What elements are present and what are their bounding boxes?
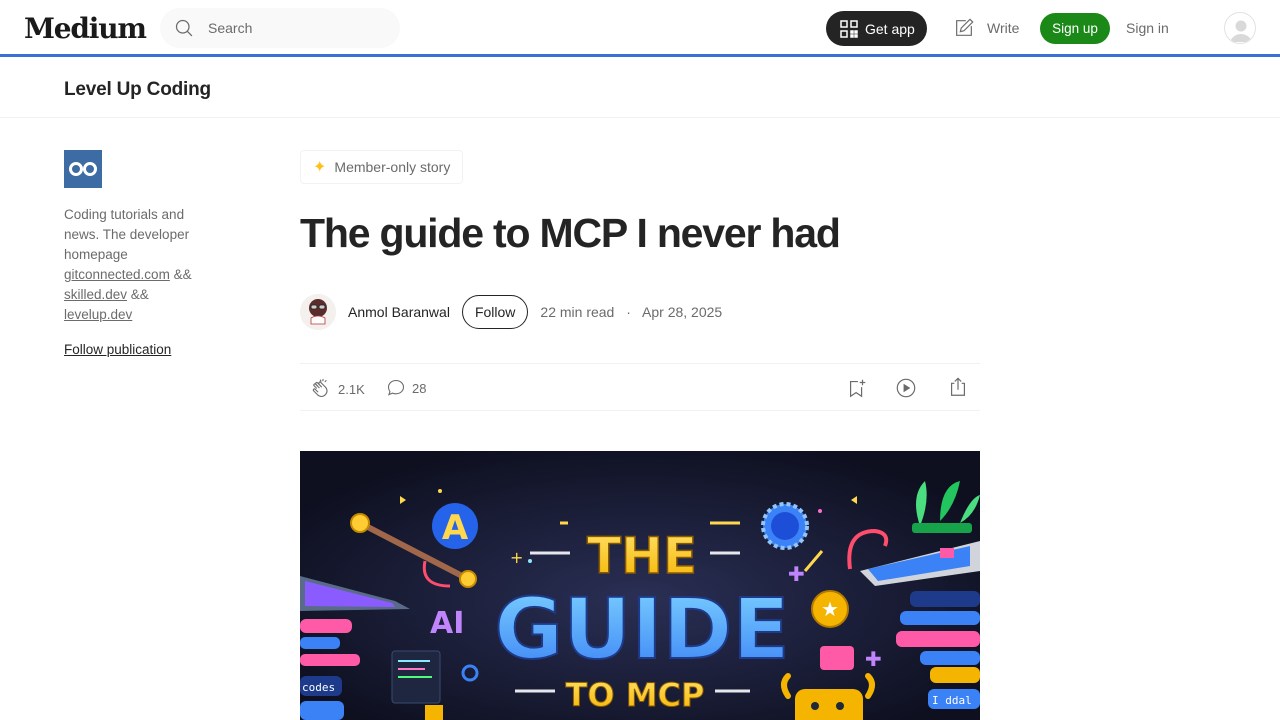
responses-button[interactable]: 28 (386, 378, 426, 398)
clap-button[interactable]: 2.1K (310, 378, 365, 400)
separator-text: && (127, 287, 149, 302)
author-name[interactable]: Anmol Baranwal (348, 304, 450, 320)
share-icon (950, 377, 966, 396)
member-only-label: Member-only story (334, 159, 451, 175)
hero-illustration: + A codes AI THE GUIDE TO MCP ★ ✚ ✚ I dd… (300, 451, 980, 720)
svg-text:★: ★ (821, 597, 839, 621)
publication-logo[interactable] (64, 150, 102, 188)
meta-separator: · (626, 304, 631, 320)
hero-badge-a: A (442, 508, 469, 548)
hero-ai-label: AI (430, 606, 464, 641)
article-meta: 22 min read · Apr 28, 2025 (540, 304, 722, 320)
search-icon (175, 19, 193, 37)
skilled-link[interactable]: skilled.dev (64, 287, 127, 302)
sign-in-link[interactable]: Sign in (1126, 20, 1169, 36)
follow-publication-link[interactable]: Follow publication (64, 342, 171, 357)
description-text: Coding tutorials and news. The developer… (64, 207, 190, 262)
svg-text:✚: ✚ (788, 562, 805, 586)
play-icon (896, 378, 916, 398)
write-button[interactable]: Write (953, 17, 1019, 39)
clap-icon (312, 378, 328, 398)
publish-date: Apr 28, 2025 (642, 304, 723, 320)
save-button[interactable] (846, 377, 868, 404)
get-app-label: Get app (865, 20, 915, 37)
get-app-button[interactable]: Get app (826, 11, 927, 46)
top-navigation-bar: Medium Get app Write Sign up Sign in (0, 0, 1280, 57)
write-label: Write (987, 20, 1020, 36)
publication-description: Coding tutorials and news. The developer… (64, 205, 214, 325)
publication-name[interactable]: Level Up Coding (64, 79, 211, 101)
read-time: 22 min read (540, 304, 615, 320)
separator-text: && (169, 267, 192, 282)
publication-bar: Level Up Coding (0, 60, 1280, 118)
svg-text:✚: ✚ (865, 647, 882, 671)
comment-icon (387, 379, 405, 396)
search-input[interactable] (208, 20, 378, 36)
user-avatar[interactable] (1224, 12, 1256, 44)
author-avatar-image (300, 294, 336, 330)
hero-title-line3: TO MCP (566, 676, 705, 714)
article-hero-image: + A codes AI THE GUIDE TO MCP ★ ✚ ✚ I dd… (300, 451, 980, 720)
star-icon: ✦ (313, 159, 327, 176)
sign-up-button[interactable]: Sign up (1040, 13, 1110, 44)
search-box[interactable] (160, 8, 400, 48)
follow-author-button[interactable]: Follow (461, 295, 529, 329)
hero-title-line1: THE (587, 527, 697, 585)
qr-code-icon (840, 19, 858, 38)
default-avatar-icon (1230, 20, 1252, 42)
svg-text:+: + (510, 548, 523, 567)
clap-count: 2.1K (338, 381, 365, 397)
hero-title-line2: GUIDE (494, 580, 790, 678)
levelup-link[interactable]: levelup.dev (64, 307, 132, 322)
article-actions-bar: 2.1K 28 (300, 363, 980, 411)
author-row: Anmol Baranwal Follow 22 min read · Apr … (300, 294, 722, 330)
write-icon (956, 18, 974, 36)
infinity-logo-icon (69, 162, 97, 176)
medium-logo[interactable]: Medium (24, 12, 147, 45)
article-title: The guide to MCP I never had (300, 210, 841, 256)
gitconnected-link[interactable]: gitconnected.com (64, 267, 170, 282)
author-avatar[interactable] (300, 294, 336, 330)
responses-count: 28 (412, 380, 427, 396)
listen-button[interactable] (895, 377, 917, 404)
share-button[interactable] (947, 376, 969, 403)
bookmark-add-icon (849, 379, 866, 398)
hero-codes-label: codes (302, 681, 335, 694)
hero-ddal-label: I ddal (932, 694, 972, 707)
member-only-badge: ✦ Member-only story (300, 150, 464, 184)
